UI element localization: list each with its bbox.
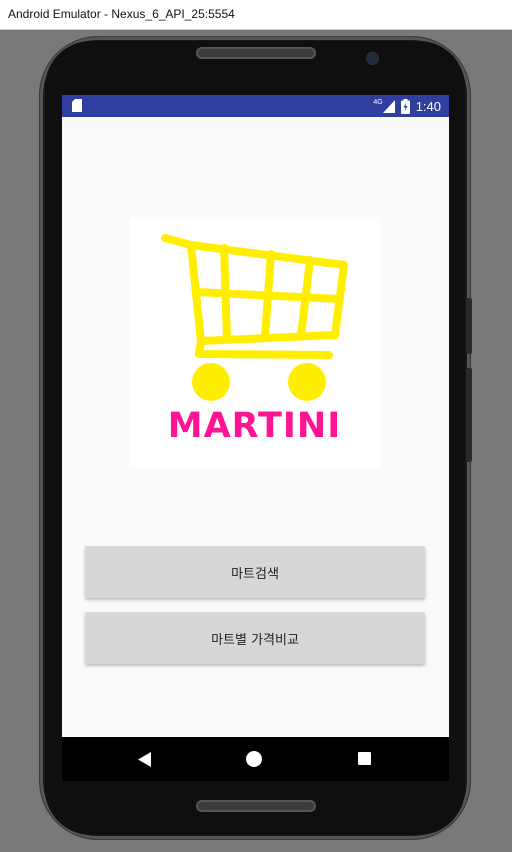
mart-search-button[interactable]: 마트검색	[85, 546, 425, 598]
martini-logo: MARTINI	[129, 217, 380, 468]
price-compare-button[interactable]: 마트별 가격비교	[85, 612, 425, 664]
signal-icon	[382, 99, 395, 113]
sim-card-icon	[72, 99, 82, 112]
home-icon[interactable]	[246, 751, 262, 767]
recents-icon[interactable]	[358, 752, 371, 765]
back-icon[interactable]	[138, 752, 152, 767]
status-time: 1:40	[415, 98, 441, 114]
network-type-label: 4G	[373, 98, 383, 106]
logo-text: MARTINI	[167, 406, 342, 446]
bottom-speaker	[196, 800, 316, 812]
power-button[interactable]	[466, 368, 472, 462]
top-speaker	[196, 47, 316, 59]
volume-button[interactable]	[466, 298, 472, 354]
window-title: Android Emulator - Nexus_6_API_25:5554	[8, 7, 235, 21]
front-camera	[366, 52, 379, 65]
app-screen: 4G 1:40 MARTINI 마트검색 마트별 가격비교	[62, 95, 449, 737]
battery-icon	[400, 98, 410, 114]
window-titlebar: Android Emulator - Nexus_6_API_25:5554	[0, 0, 512, 30]
status-bar: 4G 1:40	[62, 95, 449, 117]
navigation-bar	[62, 737, 449, 781]
